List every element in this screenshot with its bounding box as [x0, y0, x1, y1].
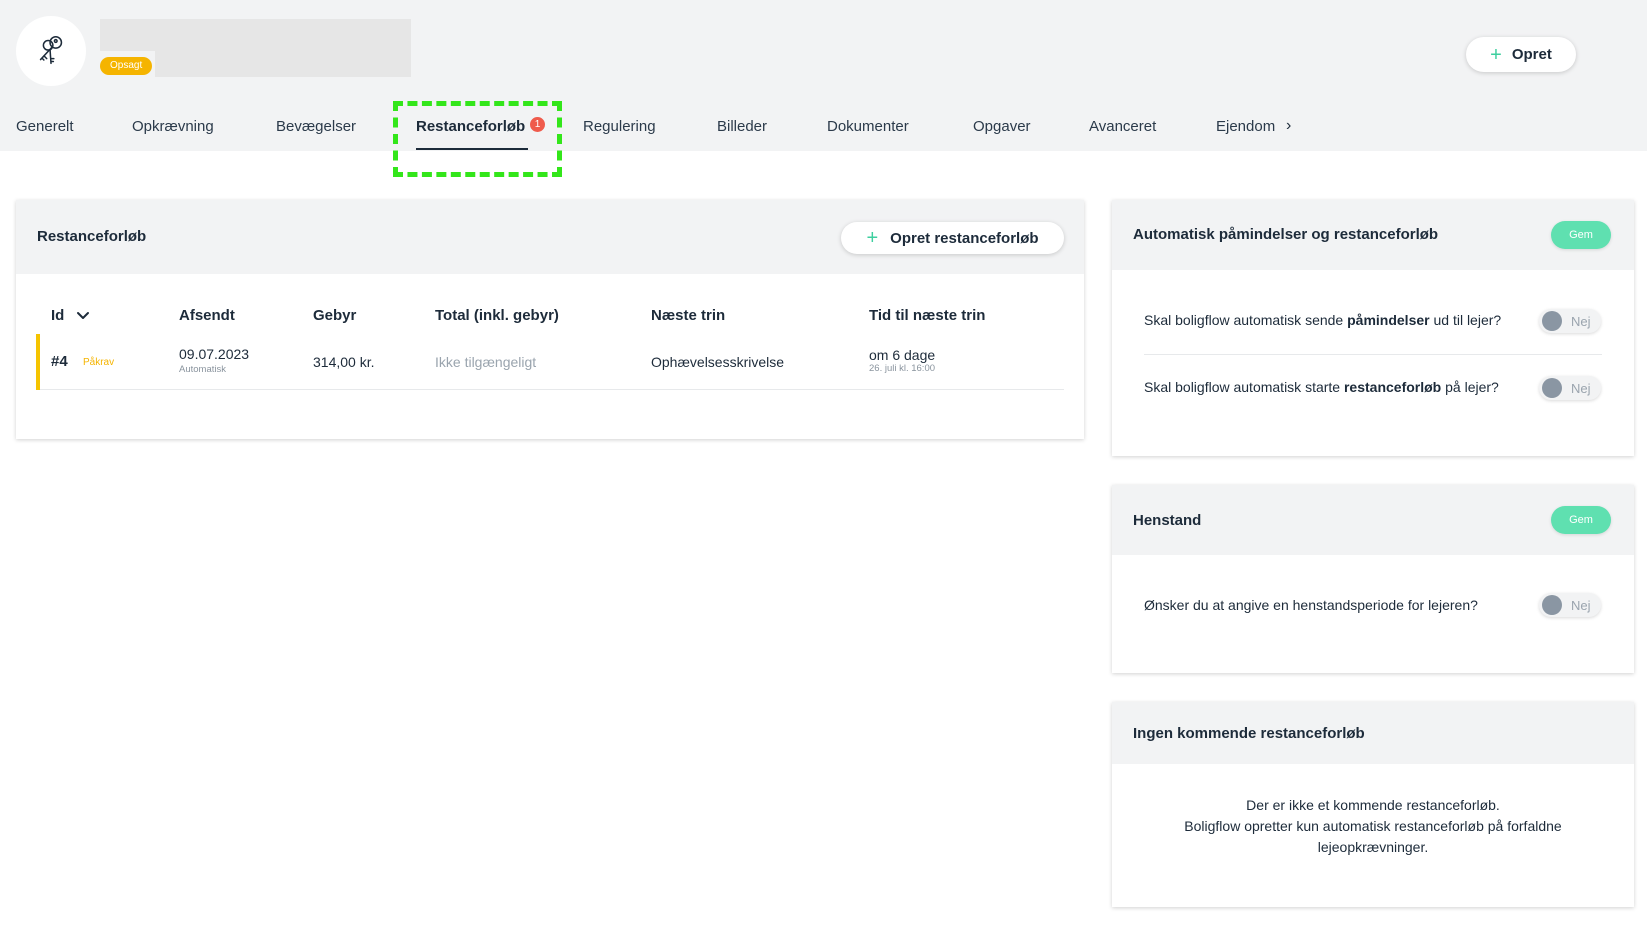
active-tab-underline: [416, 148, 528, 150]
tab-restanceforloeb[interactable]: Restanceforløb: [416, 118, 525, 135]
tab-regulering[interactable]: Regulering: [583, 118, 656, 135]
keys-icon: [39, 35, 63, 65]
plus-icon: +: [1490, 43, 1502, 66]
chevron-right-icon[interactable]: ›: [1286, 117, 1291, 135]
upcoming-title: Ingen kommende restanceforløb: [1133, 725, 1365, 742]
upcoming-message-line3: lejeopkrævninger.: [1317, 839, 1429, 855]
column-header-tid-til-naeste-trin: Tid til næste trin: [869, 307, 986, 324]
create-arrears-label: Opret restanceforløb: [890, 229, 1039, 247]
arrears-toggle[interactable]: Nej: [1539, 376, 1601, 400]
column-header-afsendt: Afsendt: [179, 307, 235, 324]
tab-bevaegelser[interactable]: Bevægelser: [276, 118, 356, 135]
notification-badge: 1: [530, 117, 545, 132]
row-time-to-next: om 6 dage: [869, 347, 936, 363]
row-type: Påkrav: [83, 357, 115, 368]
auto-reminders-title: Automatisk påmindelser og restanceforløb: [1133, 226, 1439, 243]
tab-opkraevning[interactable]: Opkrævning: [132, 118, 214, 135]
tab-generelt[interactable]: Generelt: [16, 118, 74, 135]
row-divider: [40, 389, 1064, 390]
column-header-naeste-trin: Næste trin: [651, 307, 726, 324]
row-id: #4: [51, 353, 68, 370]
tab-dokumenter[interactable]: Dokumenter: [827, 118, 909, 135]
reminders-toggle[interactable]: Nej: [1539, 309, 1601, 333]
row-total: Ikke tilgængeligt: [435, 354, 537, 370]
avatar: [16, 16, 86, 86]
tab-ejendom[interactable]: Ejendom: [1216, 118, 1275, 135]
deferment-title: Henstand: [1133, 512, 1202, 529]
arrears-card-header: Restanceforløb + Opret restanceforløb: [16, 200, 1084, 274]
deferment-toggle[interactable]: Nej: [1539, 593, 1601, 617]
question-text: på lejer?: [1441, 379, 1499, 395]
toggle-label: Nej: [1571, 381, 1591, 396]
upcoming-message-line2: Boligflow opretter kun automatisk restan…: [1184, 818, 1562, 834]
create-button-label: Opret: [1511, 46, 1552, 63]
row-sent-date: 09.07.2023: [179, 346, 250, 362]
question-text: Skal boligflow automatisk sende: [1144, 312, 1348, 328]
row-time-to-next-sub: 26. juli kl. 16:00: [869, 363, 936, 374]
toggle-knob: [1542, 311, 1562, 331]
arrears-title: Restanceforløb: [37, 228, 147, 245]
question-text: Skal boligflow automatisk starte: [1144, 379, 1344, 395]
upcoming-message-line1: Der er ikke et kommende restanceforløb.: [1246, 797, 1500, 813]
toggle-knob: [1542, 595, 1562, 615]
create-arrears-button[interactable]: + Opret restanceforløb: [841, 222, 1064, 254]
row-sent-sub: Automatisk: [179, 364, 226, 375]
arrears-question: Skal boligflow automatisk starte restanc…: [1144, 379, 1499, 395]
toggle-label: Nej: [1571, 598, 1591, 613]
question-emphasis: påmindelser: [1347, 312, 1430, 328]
create-button[interactable]: + Opret: [1466, 37, 1576, 72]
column-header-total: Total (inkl. gebyr): [435, 307, 559, 324]
column-header-gebyr: Gebyr: [313, 307, 357, 324]
toggle-knob: [1542, 378, 1562, 398]
question-emphasis: restanceforløb: [1343, 379, 1442, 395]
save-deferment-button[interactable]: Gem: [1551, 506, 1611, 534]
save-reminders-button[interactable]: Gem: [1551, 221, 1611, 249]
status-badge: Opsagt: [100, 57, 153, 75]
tab-avanceret[interactable]: Avanceret: [1089, 118, 1156, 135]
plus-icon: +: [866, 227, 879, 249]
chevron-down-icon[interactable]: [76, 311, 90, 321]
divider: [1144, 354, 1602, 355]
tab-billeder[interactable]: Billeder: [717, 118, 767, 135]
toggle-label: Nej: [1571, 314, 1591, 329]
row-next-step: Ophævelsesskrivelse: [651, 354, 785, 370]
row-status-bar: [36, 334, 40, 390]
column-header-id[interactable]: Id: [51, 307, 64, 324]
upcoming-header: Ingen kommende restanceforløb: [1112, 702, 1634, 764]
row-fee: 314,00 kr.: [313, 354, 375, 370]
tab-opgaver[interactable]: Opgaver: [973, 118, 1031, 135]
reminders-question: Skal boligflow automatisk sende påmindel…: [1144, 312, 1501, 328]
question-text: ud til lejer?: [1429, 312, 1502, 328]
top-bar: Opsagt + Opret Generelt Opkrævning Bevæg…: [0, 0, 1647, 151]
deferment-question: Ønsker du at angive en henstandsperiode …: [1144, 597, 1478, 613]
